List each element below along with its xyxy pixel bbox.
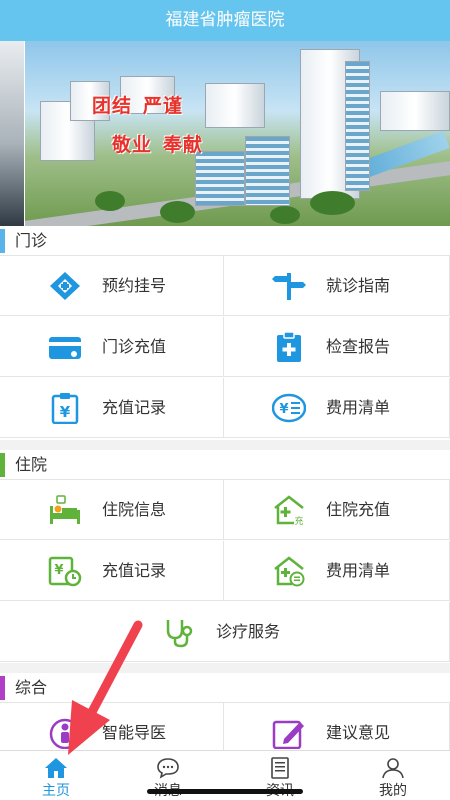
guide-person-icon: [49, 718, 81, 749]
banner-slogan-3: 敬业: [112, 134, 153, 156]
banner-slogan-1: 团结: [92, 95, 133, 117]
inpatient-recharge-record-button[interactable]: ¥ 充值记录: [0, 541, 224, 601]
report-clipboard-icon: [277, 331, 301, 362]
tab-profile[interactable]: 我的: [337, 751, 450, 800]
outpatient-recharge-button[interactable]: 门诊充值: [0, 317, 224, 377]
exam-report-button[interactable]: 检查报告: [224, 317, 450, 377]
tab-label: 我的: [379, 783, 407, 799]
cell-label: 门诊充值: [102, 337, 167, 356]
inpatient-recharge-button[interactable]: 充 住院充值: [224, 480, 450, 540]
section-general-header: 综合: [0, 673, 450, 703]
cell-label: 充值记录: [102, 561, 167, 580]
cell-label: 充值记录: [102, 398, 167, 417]
section-title: 住院: [15, 455, 48, 474]
hospital-banner-image[interactable]: 团结 严谨 敬业 奉献: [0, 41, 450, 226]
svg-text:¥: ¥: [279, 402, 288, 417]
app-title-bar: 福建省肿瘤医院: [0, 0, 450, 41]
general-grid: 智能导医 建议意见: [0, 703, 450, 750]
inpatient-grid: 住院信息 充 住院充值 ¥ 充值记录 费用清单 诊疗服务: [0, 480, 450, 663]
recharge-record-button[interactable]: ¥ 充值记录: [0, 378, 224, 438]
visit-guide-button[interactable]: 就诊指南: [224, 256, 450, 316]
home-icon: [45, 758, 67, 778]
news-icon: [271, 757, 289, 779]
svg-text:¥: ¥: [54, 563, 63, 578]
cell-label: 住院充值: [326, 500, 391, 519]
hospital-bed-icon: [50, 495, 80, 524]
section-title: 门诊: [15, 231, 48, 250]
yuan-clock-icon: ¥: [48, 556, 82, 587]
feedback-button[interactable]: 建议意见: [224, 703, 450, 750]
home-indicator: [147, 789, 303, 794]
cell-label: 费用清单: [326, 561, 391, 580]
yuan-clipboard-icon: ¥: [51, 393, 79, 424]
section-accent-bar: [0, 229, 5, 253]
section-accent-bar: [0, 676, 5, 700]
stethoscope-icon: [166, 620, 193, 648]
medical-service-button[interactable]: 诊疗服务: [0, 602, 450, 662]
cell-label: 建议意见: [326, 723, 391, 742]
cell-label: 诊疗服务: [216, 622, 281, 641]
outpatient-grid: 预约挂号 就诊指南 门诊充值 检查报告 ¥ 充值记录 ¥ 费用清单: [0, 256, 450, 440]
svg-text:充: 充: [294, 515, 303, 526]
section-inpatient-header: 住院: [0, 450, 450, 480]
card-recharge-icon: [49, 337, 81, 359]
tab-home[interactable]: 主页: [0, 751, 112, 800]
cell-label: 检查报告: [326, 337, 391, 356]
cell-label: 费用清单: [326, 398, 391, 417]
inpatient-info-button[interactable]: 住院信息: [0, 480, 224, 540]
tab-label: 主页: [42, 783, 70, 799]
section-outpatient-header: 门诊: [0, 226, 450, 256]
message-icon: [157, 758, 179, 779]
expense-list-button[interactable]: ¥ 费用清单: [224, 378, 450, 438]
cell-label: 智能导医: [102, 723, 167, 742]
cell-label: 住院信息: [102, 500, 167, 519]
inpatient-expense-list-button[interactable]: 费用清单: [224, 541, 450, 601]
section-accent-bar: [0, 453, 5, 477]
section-title: 综合: [15, 678, 48, 697]
cell-label: 预约挂号: [102, 276, 167, 295]
smart-guide-button[interactable]: 智能导医: [0, 703, 224, 750]
signpost-icon: [272, 273, 306, 300]
house-list-icon: [274, 556, 305, 587]
yuan-list-icon: ¥: [272, 393, 306, 423]
profile-icon: [382, 758, 404, 779]
banner-slogan-4: 奉献: [163, 134, 204, 156]
cell-label: 就诊指南: [326, 276, 391, 295]
appointment-registration-button[interactable]: 预约挂号: [0, 256, 224, 316]
house-plus-icon: 充: [274, 495, 304, 526]
edit-feedback-icon: [272, 720, 304, 749]
appointment-icon: [50, 272, 80, 300]
svg-text:¥: ¥: [60, 403, 71, 421]
previous-banner-slide: [0, 41, 25, 226]
banner-slogan-2: 严谨: [143, 95, 184, 117]
app-title: 福建省肿瘤医院: [165, 10, 285, 30]
